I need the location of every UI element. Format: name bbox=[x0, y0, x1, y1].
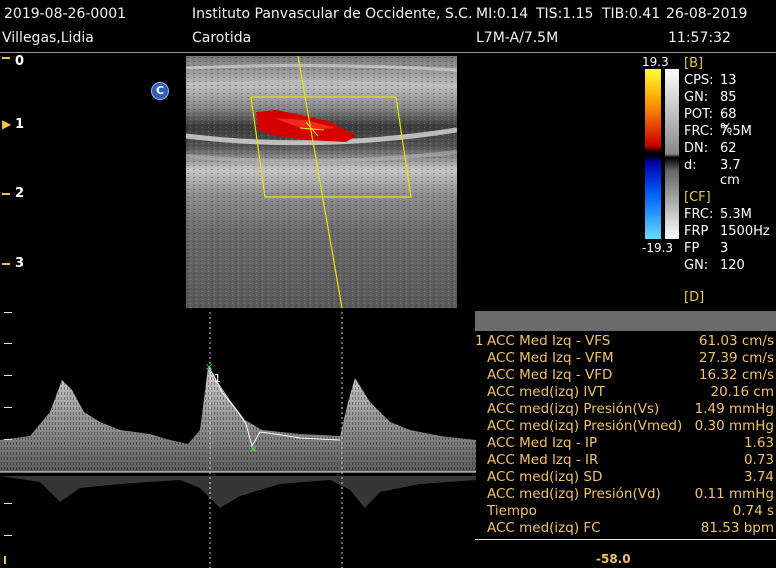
velocity-tick bbox=[4, 439, 12, 440]
param-b-gn: GN: 85 bbox=[684, 90, 737, 105]
doppler-section-title: [D] bbox=[684, 290, 705, 305]
b-mode-section-title: [B] bbox=[684, 56, 704, 71]
velocity-tick bbox=[4, 503, 12, 504]
thermal-index-soft: TIS:1.15 bbox=[536, 6, 594, 22]
svg-text:×: × bbox=[205, 362, 213, 373]
measurement-row[interactable]: ACC Med Izq - IP 1.63 bbox=[475, 435, 776, 452]
measurement-row[interactable]: ACC med(izq) Presión(Vd) 0.11 mmHg bbox=[475, 486, 776, 503]
velocity-scale-readout: -58.0 bbox=[596, 552, 631, 566]
cf-section-title: [CF] bbox=[684, 190, 711, 205]
header-divider bbox=[0, 52, 776, 53]
measurement-panel: 1 ACC Med Izq - VFS 61.03 cm/s ACC Med Izq… bbox=[475, 311, 776, 539]
color-mode-badge[interactable]: C bbox=[151, 82, 169, 100]
velocity-tick bbox=[4, 312, 12, 313]
measurement-row[interactable]: ACC med(izq) Presión(Vs) 1.49 mmHg bbox=[475, 401, 776, 418]
param-b-cps: CPS: 13 bbox=[684, 73, 737, 88]
measurement-row[interactable]: ACC med(izq) SD 3.74 bbox=[475, 469, 776, 486]
exam-date: 26-08-2019 bbox=[666, 6, 748, 22]
measurement-row[interactable]: ACC med(izq) IVT 20.16 cm bbox=[475, 384, 776, 401]
patient-id: 2019-08-26-0001 bbox=[4, 6, 127, 22]
param-cf-fp: FP 3 bbox=[684, 241, 729, 256]
velocity-tick bbox=[4, 375, 12, 376]
velocity-tick bbox=[4, 343, 12, 344]
measurement-row[interactable]: Tiempo 0.74 s bbox=[475, 503, 776, 520]
thermal-index-bone: TIB:0.41 bbox=[602, 6, 661, 22]
depth-tick bbox=[2, 193, 10, 195]
param-cf-frc: FRC: 5.3M bbox=[684, 207, 752, 222]
svg-text:×: × bbox=[249, 444, 257, 455]
param-b-frc: FRC: 7.5M bbox=[684, 124, 752, 139]
depth-label-2: 2 bbox=[15, 186, 25, 201]
institution-name: Instituto Panvascular de Occidente, S.C. bbox=[192, 6, 473, 22]
depth-label-1: 1 bbox=[15, 117, 25, 132]
study-name: Carotida bbox=[192, 30, 252, 46]
depth-tick bbox=[2, 57, 10, 59]
velocity-scale-bottom: -19.3 bbox=[642, 241, 674, 255]
exam-time: 11:57:32 bbox=[668, 30, 731, 46]
gray-map-bar bbox=[665, 69, 679, 239]
measurement-row[interactable]: ACC med(izq) FC 81.53 bpm bbox=[475, 520, 776, 537]
color-velocity-bar bbox=[645, 69, 661, 239]
param-cf-frp: FRP 1500Hz bbox=[684, 224, 770, 239]
measurement-row[interactable]: ACC Med Izq - VFD 16.32 cm/s bbox=[475, 367, 776, 384]
param-b-depth: d: 3.7 cm bbox=[684, 158, 741, 188]
velocity-tick bbox=[4, 407, 12, 408]
measurement-row[interactable]: 1 ACC Med Izq - VFS 61.03 cm/s bbox=[475, 333, 776, 350]
b-mode-image[interactable] bbox=[186, 56, 457, 308]
measurement-panel-header bbox=[475, 311, 776, 331]
measurement-row[interactable]: ACC med(izq) Presión(Vmed) 0.30 mmHg bbox=[475, 418, 776, 435]
param-cf-gn: GN: 120 bbox=[684, 258, 745, 273]
measurement-row[interactable]: ACC Med Izq - VFM 27.39 cm/s bbox=[475, 350, 776, 367]
measurement-row[interactable]: ACC Med Izq - IR 0.73 bbox=[475, 452, 776, 469]
baseline-marker bbox=[4, 556, 6, 564]
probe-name: L7M-A/7.5M bbox=[476, 30, 559, 46]
velocity-scale-top: 19.3 bbox=[642, 55, 669, 69]
focus-marker-icon[interactable]: ▶ bbox=[2, 117, 11, 131]
param-b-pot: POT: 68 % bbox=[684, 107, 737, 137]
param-b-dn: DN: 62 bbox=[684, 141, 737, 156]
doppler-spectrum[interactable]: × × bbox=[0, 312, 476, 568]
cursor-index-label: 1 bbox=[214, 372, 221, 385]
patient-name: Villegas,Lidia bbox=[2, 30, 94, 46]
measurement-panel-divider bbox=[475, 539, 776, 540]
depth-label-3: 3 bbox=[15, 256, 25, 271]
velocity-tick bbox=[4, 535, 12, 536]
depth-tick bbox=[2, 263, 10, 265]
mechanical-index: MI:0.14 bbox=[476, 6, 529, 22]
depth-label-0: 0 bbox=[15, 54, 25, 69]
measurement-index: 1 bbox=[475, 333, 484, 349]
